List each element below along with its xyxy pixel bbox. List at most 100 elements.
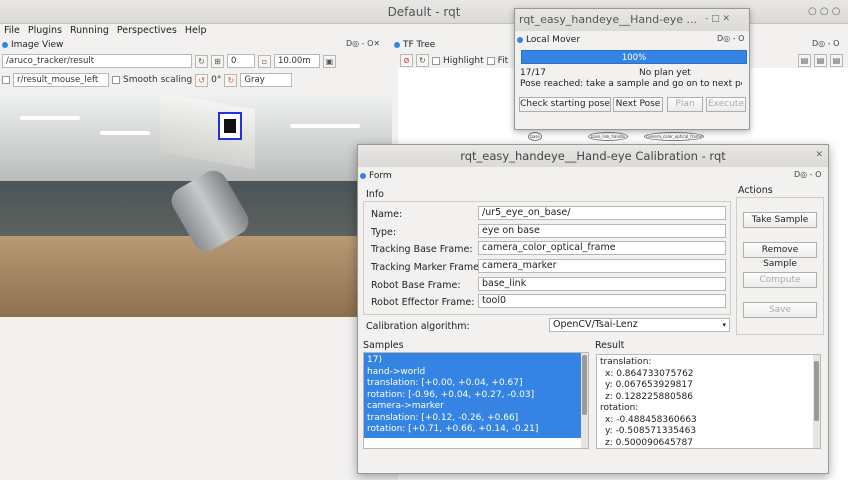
robot-base-frame-label: Robot Base Frame: [371, 280, 461, 291]
remove-sample-button[interactable]: Remove Sample [743, 242, 817, 269]
plan-button[interactable]: Plan [667, 97, 703, 112]
rotate-left-icon[interactable]: ↺ [195, 73, 209, 87]
info-group-label: Info [366, 189, 384, 200]
next-pose-button[interactable]: Next Pose [613, 97, 663, 112]
tracking-base-frame-field[interactable]: camera_color_optical_frame [478, 241, 726, 255]
result-content: translation: x: 0.864733075762 y: 0.0676… [597, 355, 820, 448]
distance-icon[interactable]: ▫ [258, 54, 271, 68]
result-label: Result [595, 340, 625, 351]
name-field[interactable]: /ur5_eye_on_base/ [478, 206, 726, 220]
compute-button[interactable]: Compute [743, 272, 817, 288]
smooth-scaling-label: Smooth scaling [123, 75, 193, 85]
robot-base-frame-field[interactable]: base_link [478, 277, 726, 291]
tf-tree-toolbar: ⊘ ↻ Highlight Fit [400, 54, 508, 67]
window-controls[interactable]: ○ ○ ○ [808, 6, 841, 17]
sample-camera-rotation: rotation: [+0.71, +0.66, +0.14, -0.21] [367, 424, 539, 434]
result-scrollbar[interactable] [813, 355, 820, 448]
scrollbar-thumb[interactable] [814, 361, 819, 421]
menu-file[interactable]: File [4, 24, 20, 38]
refresh-icon[interactable]: ↻ [195, 54, 208, 68]
image-view-title: Image View [11, 40, 64, 50]
topic-select[interactable]: /aruco_tracker/result [2, 54, 192, 68]
form-label: Form [369, 171, 392, 181]
mouse-topic-field[interactable]: r/result_mouse_left [13, 73, 109, 87]
fit-label: Fit [497, 55, 509, 66]
highlight-label: Highlight [443, 55, 484, 66]
tf-tree-dock-controls[interactable]: D◎ - O [812, 39, 839, 51]
ceiling-light [100, 131, 150, 135]
take-sample-button[interactable]: Take Sample [743, 212, 817, 228]
tf-node[interactable]: base [528, 132, 542, 141]
table-surface [0, 236, 392, 317]
save-image-icon[interactable]: ▤ [830, 54, 843, 67]
robot-effector-frame-field[interactable]: tool0 [478, 294, 726, 308]
local-mover-window: rqt_easy_handeye__Hand-eye ... - □ ✕ Loc… [514, 8, 750, 130]
execute-button[interactable]: Execute [706, 97, 746, 112]
menu-running[interactable]: Running [70, 24, 109, 38]
fit-checkbox[interactable] [486, 56, 495, 65]
save-dot-icon[interactable]: ▤ [798, 54, 811, 67]
tf-tree-title: TF Tree [403, 40, 436, 50]
calibration-window: rqt_easy_handeye__Hand-eye Calibration -… [357, 144, 829, 474]
calibration-close-icon[interactable]: ✕ [815, 150, 823, 160]
aruco-marker [218, 112, 242, 140]
stop-icon[interactable]: ⊘ [400, 54, 413, 67]
dock-icon [2, 42, 8, 48]
calibration-algorithm-label: Calibration algorithm: [366, 321, 470, 332]
save-svg-icon[interactable]: ▤ [814, 54, 827, 67]
form-dock-controls[interactable]: D◎ - O [794, 170, 821, 182]
tf-tree-dock-title: TF Tree [394, 39, 435, 51]
pose-count: 17/17 [520, 68, 546, 78]
calibration-titlebar: rqt_easy_handeye__Hand-eye Calibration -… [358, 145, 828, 167]
local-mover-dock-title: Local Mover [517, 34, 580, 46]
sample-hand-world: hand->world [367, 366, 426, 377]
mouse-publish-checkbox[interactable] [2, 76, 10, 84]
samples-scrollbar[interactable] [581, 353, 588, 448]
result-text-area[interactable]: translation: x: 0.864733075762 y: 0.0676… [596, 354, 821, 449]
samples-list[interactable]: 17) hand->world translation: [+0.00, +0.… [363, 352, 589, 449]
zoom-icon[interactable]: ⊞ [211, 54, 224, 68]
color-mode-select[interactable]: Gray [240, 73, 293, 87]
ceiling-light [290, 124, 360, 128]
image-view-dock-controls[interactable]: D◎ - O✕ [346, 39, 380, 51]
camera-image[interactable] [0, 96, 392, 317]
actions-group-label: Actions [738, 185, 773, 196]
samples-label: Samples [363, 340, 404, 351]
highlight-checkbox[interactable] [432, 56, 440, 65]
menu-perspectives[interactable]: Perspectives [117, 24, 177, 38]
dock-icon [360, 173, 366, 179]
menu-plugins[interactable]: Plugins [28, 24, 62, 38]
menu-help[interactable]: Help [185, 24, 207, 38]
scrollbar-thumb[interactable] [582, 355, 587, 415]
calibration-algorithm-select[interactable]: OpenCV/Tsai-Lenz ▾ [549, 318, 730, 332]
dock-icon [517, 37, 523, 43]
sample-camera-marker: camera->marker [367, 401, 444, 411]
zoom-field[interactable]: 0 [227, 54, 255, 68]
distance-field[interactable]: 10.00m [274, 54, 320, 68]
plan-status: No plan yet [639, 68, 691, 78]
tf-node[interactable]: base_link_handle [588, 132, 628, 141]
rotate-right-icon[interactable]: ↻ [224, 73, 238, 87]
save-button[interactable]: Save [743, 302, 817, 318]
tracking-marker-frame-field[interactable]: camera_marker [478, 259, 726, 273]
tracking-marker-frame-label: Tracking Marker Frame: [371, 262, 483, 273]
type-field[interactable]: eye on base [478, 224, 726, 238]
rotation-value: 0° [211, 75, 222, 85]
tf-node[interactable]: camera_color_optical_frame [644, 132, 704, 141]
result-translation-z: z: 0.128225880586 [605, 391, 693, 402]
refresh-icon[interactable]: ↻ [416, 54, 429, 67]
name-label: Name: [371, 209, 403, 220]
sample-hand-rotation: rotation: [-0.96, +0.04, +0.27, -0.03] [367, 389, 535, 400]
progress-label: 100% [621, 53, 647, 63]
smooth-scaling-checkbox[interactable] [112, 76, 120, 84]
result-translation-y: y: 0.067653929817 [605, 380, 693, 390]
sample-item[interactable]: 17) hand->world translation: [+0.00, +0.… [364, 353, 588, 438]
ceiling-light [20, 116, 80, 120]
save-image-icon[interactable]: ▣ [323, 54, 336, 68]
mover-window-controls[interactable]: - □ ✕ [705, 14, 730, 24]
local-mover-dock-controls[interactable]: D◎ - O [717, 34, 744, 46]
tf-export-toolbar: ▤ ▤ ▤ [798, 54, 843, 67]
result-translation-header: translation: [600, 357, 652, 367]
check-starting-pose-button[interactable]: Check starting pose [519, 97, 611, 112]
calibration-algorithm-value: OpenCV/Tsai-Lenz [553, 319, 638, 330]
